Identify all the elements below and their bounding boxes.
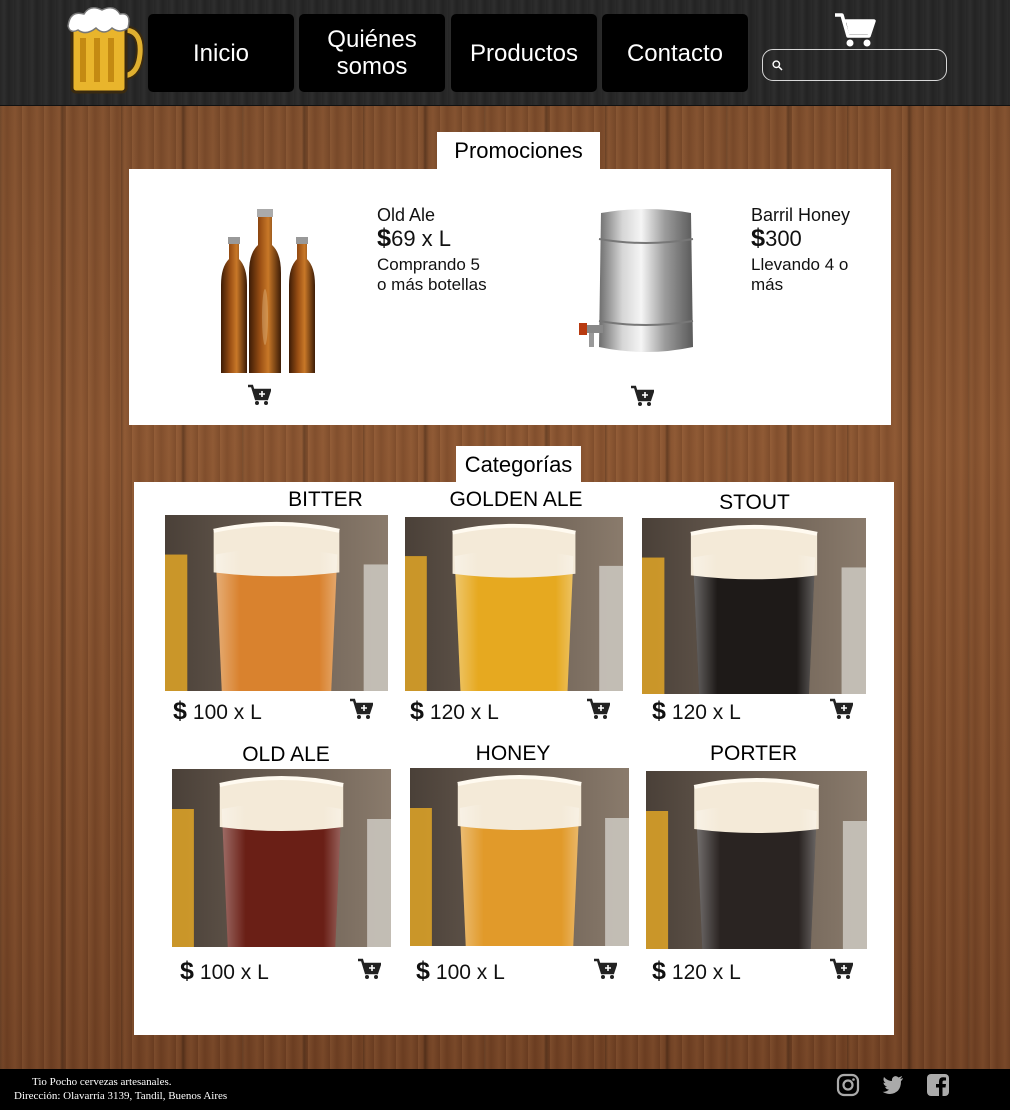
category-price: $120 x L — [410, 697, 499, 726]
beer-bottles-image — [221, 209, 315, 373]
category-title: STOUT — [719, 491, 790, 514]
add-to-cart-icon[interactable] — [247, 384, 271, 406]
instagram-icon[interactable] — [836, 1073, 860, 1097]
add-to-cart-icon[interactable] — [357, 958, 381, 980]
add-to-cart-icon[interactable] — [630, 385, 654, 407]
promo-old-ale-text: Old Ale $69 x L Comprando 5 o más botell… — [377, 205, 487, 295]
add-to-cart-icon[interactable] — [593, 958, 617, 980]
dollar-icon: $ — [377, 224, 392, 252]
promo-note: Comprando 5 o más botellas — [377, 255, 487, 294]
nav-productos[interactable]: Productos — [451, 14, 597, 92]
search-icon — [772, 60, 783, 71]
price-value: 120 x L — [671, 701, 741, 724]
dollar-icon: $ — [410, 697, 424, 725]
price-value: 120 x L — [671, 961, 741, 984]
footer-company: Tio Pocho cervezas artesanales. — [32, 1076, 172, 1088]
dollar-icon: $ — [180, 957, 194, 985]
category-title: OLD ALE — [242, 743, 330, 766]
nav-inicio[interactable]: Inicio — [148, 14, 294, 92]
dollar-icon: $ — [652, 697, 666, 725]
beer-glass-image[interactable] — [172, 769, 391, 947]
category-price: $120 x L — [652, 697, 741, 726]
promo-barril-honey-text: Barril Honey $300 Llevando 4 o más — [751, 205, 851, 295]
beer-glass-image[interactable] — [405, 517, 623, 691]
shopping-cart-icon[interactable] — [834, 12, 876, 48]
promo-price: $300 — [751, 224, 802, 252]
keg-image — [579, 209, 694, 352]
price-value: 100 x L — [199, 961, 269, 984]
category-price: $120 x L — [652, 957, 741, 986]
categories-title: Categorías — [456, 446, 581, 484]
beer-glass-image[interactable] — [646, 771, 867, 949]
categories-panel: BITTER $100 x L GOLDEN ALE $120 x L STOUT $12… — [134, 482, 894, 1035]
promo-name: Old Ale — [377, 205, 436, 225]
price-value: 100 x L — [435, 961, 505, 984]
dollar-icon: $ — [416, 957, 430, 985]
category-title: GOLDEN ALE — [449, 488, 583, 511]
promotions-title: Promociones — [437, 132, 600, 170]
category-title: HONEY — [475, 742, 551, 765]
facebook-icon[interactable] — [926, 1073, 950, 1097]
nav-quienes-somos[interactable]: Quiénes somos — [299, 14, 445, 92]
header: Inicio Quiénes somos Productos Contacto — [0, 0, 1010, 106]
promo-name: Barril Honey — [751, 205, 851, 225]
add-to-cart-icon[interactable] — [586, 698, 610, 720]
price-value: 100 x L — [192, 701, 262, 724]
add-to-cart-icon[interactable] — [349, 698, 373, 720]
category-price: $100 x L — [180, 957, 269, 986]
add-to-cart-icon[interactable] — [829, 698, 853, 720]
dollar-icon: $ — [173, 697, 187, 725]
category-title: PORTER — [710, 742, 798, 765]
search-input[interactable] — [787, 54, 941, 78]
dollar-icon: $ — [652, 957, 666, 985]
promo-price: $69 x L — [377, 224, 452, 252]
beer-mug-logo[interactable] — [66, 4, 144, 96]
promo-note: Llevando 4 o más — [751, 255, 849, 294]
footer-address: Dirección: Olavarría 3139, Tandil, Bueno… — [14, 1090, 228, 1102]
twitter-icon[interactable] — [881, 1073, 905, 1097]
beer-glass-image[interactable] — [642, 518, 866, 694]
search-box[interactable] — [762, 49, 947, 81]
category-price: $100 x L — [173, 697, 262, 726]
category-price: $100 x L — [416, 957, 505, 986]
promotions-panel: Old Ale $69 x L Comprando 5 o más botell… — [129, 169, 891, 425]
beer-glass-image[interactable] — [165, 515, 388, 691]
price-value: 120 x L — [429, 701, 499, 724]
add-to-cart-icon[interactable] — [829, 958, 853, 980]
dollar-icon: $ — [751, 224, 766, 252]
nav-contacto[interactable]: Contacto — [602, 14, 748, 92]
category-title: BITTER — [288, 488, 363, 511]
beer-glass-image[interactable] — [410, 768, 629, 946]
